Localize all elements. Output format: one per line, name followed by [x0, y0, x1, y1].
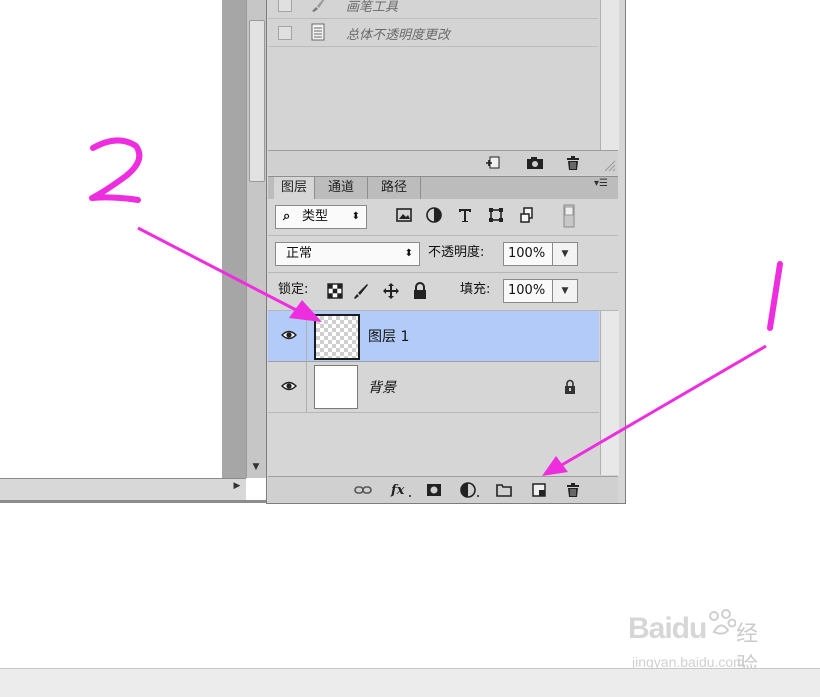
eye-icon[interactable]	[281, 328, 297, 342]
trash-icon[interactable]	[564, 154, 582, 172]
document-canvas[interactable]	[0, 0, 222, 478]
history-snapshot-checkbox[interactable]	[278, 26, 292, 40]
layer-thumbnail[interactable]	[314, 365, 358, 409]
filter-kind-select[interactable]: ⌕ 类型 ⬍	[275, 205, 367, 229]
smart-object-filter-icon[interactable]	[518, 206, 536, 224]
svg-text:fx: fx	[390, 483, 405, 498]
vertical-scrollbar-thumb[interactable]	[249, 20, 265, 182]
watermark-brand: Baidu	[628, 612, 707, 645]
tab-label: 路径	[380, 180, 407, 195]
opacity-label: 不透明度:	[428, 245, 485, 260]
tab-layers[interactable]: 图层	[274, 177, 315, 200]
lock-position-icon[interactable]	[382, 282, 400, 300]
layer-lock-icon[interactable]	[563, 379, 577, 395]
delete-layer-icon[interactable]	[564, 481, 582, 499]
fill-label: 填充:	[460, 282, 491, 297]
lock-transparent-pixels-icon[interactable]	[326, 282, 344, 300]
bottom-status-bar	[0, 668, 820, 697]
layers-footer: fx	[268, 476, 618, 503]
paw-logo-icon	[709, 609, 736, 635]
layers-empty-area	[268, 413, 599, 475]
search-icon: ⌕	[283, 209, 291, 224]
layer-name[interactable]: 图层 1	[368, 326, 409, 346]
fill-dropdown-button[interactable]: ▼	[552, 279, 578, 303]
tab-paths[interactable]: 路径	[368, 177, 421, 199]
fill-input[interactable]: 100%	[503, 279, 555, 303]
select-arrows-icon: ⬍	[351, 211, 360, 222]
tab-label: 图层	[280, 180, 307, 195]
layer-name[interactable]: 背景	[368, 377, 396, 397]
history-item-label: 画笔工具	[346, 0, 399, 15]
opacity-dropdown-button[interactable]: ▼	[552, 242, 578, 266]
snapshot-camera-icon[interactable]	[526, 154, 544, 172]
filter-kind-label: 类型	[302, 209, 329, 224]
scroll-down-arrow-icon[interactable]: ▼	[250, 462, 262, 474]
layers-panel-tabbar: 图层 通道 路径	[268, 176, 618, 200]
link-layers-icon[interactable]	[354, 481, 372, 499]
opacity-input[interactable]: 100%	[503, 242, 555, 266]
annotation-number-1	[767, 261, 783, 331]
tab-channels[interactable]: 通道	[315, 177, 368, 199]
history-item[interactable]: 画笔工具	[268, 0, 598, 19]
fx-icon[interactable]: fx	[390, 481, 414, 499]
layer-row[interactable]: 背景	[268, 362, 599, 413]
canvas-bottom-border	[0, 500, 268, 503]
history-snapshot-checkbox[interactable]	[278, 0, 292, 12]
blend-mode-select[interactable]: 正常 ⬍	[275, 242, 420, 266]
brush-icon	[312, 0, 325, 12]
group-folder-icon[interactable]	[495, 481, 513, 499]
lock-label: 锁定:	[278, 282, 309, 297]
visibility-toggle[interactable]	[268, 311, 307, 361]
select-arrows-icon: ⬍	[404, 248, 413, 259]
scroll-right-arrow-icon[interactable]: ▶	[230, 481, 244, 495]
history-item-label: 总体不透明度更改	[346, 28, 451, 43]
layer-mask-icon[interactable]	[425, 481, 443, 499]
adjustment-filter-icon[interactable]	[425, 206, 443, 224]
pixel-filter-icon[interactable]	[395, 206, 413, 224]
visibility-toggle[interactable]	[268, 362, 307, 412]
layer-row[interactable]: 图层 1	[268, 311, 599, 362]
fill-value: 100%	[508, 283, 546, 298]
panel-resize-grip-icon[interactable]	[602, 158, 616, 172]
layers-scrollbar[interactable]	[600, 311, 619, 475]
new-layer-icon[interactable]	[530, 481, 548, 499]
shape-filter-icon[interactable]	[487, 206, 505, 224]
document-icon	[311, 23, 325, 41]
panel-menu-icon[interactable]: ▾☰	[594, 178, 618, 196]
blend-mode-value: 正常	[286, 246, 313, 261]
filter-toggle-icon[interactable]	[562, 204, 576, 228]
opacity-value: 100%	[508, 246, 546, 261]
history-item[interactable]: 总体不透明度更改	[268, 20, 598, 47]
layer-thumbnail[interactable]	[314, 314, 360, 360]
history-footer	[268, 150, 618, 175]
lock-image-pixels-icon[interactable]	[352, 282, 370, 300]
type-filter-icon[interactable]	[456, 206, 474, 224]
history-scrollbar[interactable]	[600, 0, 619, 150]
tab-label: 通道	[327, 180, 354, 195]
lock-all-icon[interactable]	[411, 282, 429, 300]
canvas-pasteboard	[222, 0, 246, 478]
canvas-horizontal-scrollbar[interactable]	[0, 478, 246, 501]
eye-icon[interactable]	[281, 379, 297, 393]
adjustment-layer-icon[interactable]	[459, 481, 481, 499]
new-document-from-state-icon[interactable]	[484, 154, 502, 172]
